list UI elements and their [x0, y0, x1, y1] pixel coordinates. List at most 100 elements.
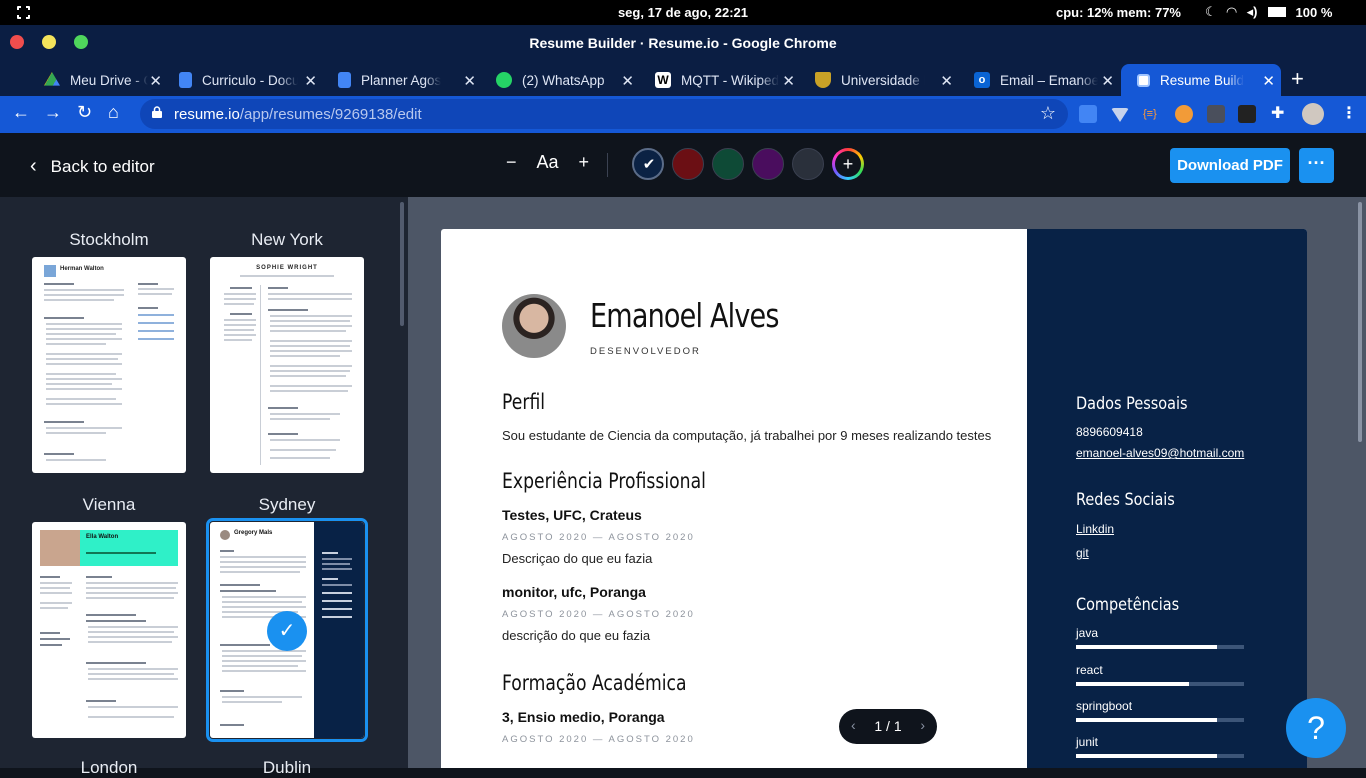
json-extension-icon[interactable]: {≡} — [1143, 105, 1161, 123]
tab-universidade[interactable]: Universidade Federal ✕ — [799, 64, 959, 96]
close-tab-icon[interactable]: ✕ — [940, 72, 953, 90]
preview-scrollbar[interactable] — [1358, 202, 1362, 442]
resume-page: Emanoel Alves DESENVOLVEDOR Perfil Sou e… — [441, 229, 1307, 768]
owl-extension-icon[interactable] — [1175, 105, 1193, 123]
template-name-newyork: New York — [251, 230, 323, 249]
thumb-name: Gregory Mals — [234, 530, 273, 536]
education-dates: AGOSTO 2020 — AGOSTO 2020 — [502, 734, 695, 745]
wifi-icon[interactable]: ◠ — [1227, 4, 1237, 20]
editor-header: ‹ Back to editor − Aa + ✔ + Download PDF… — [0, 133, 1366, 197]
template-thumb-vienna[interactable]: Ella Walton — [32, 522, 186, 738]
window-title: Resume Builder · Resume.io - Google Chro… — [529, 35, 837, 51]
decrease-font-button[interactable]: − — [506, 152, 517, 173]
reload-icon[interactable]: ↻ — [77, 102, 92, 123]
tab-google-drive[interactable]: Meu Drive - Google Drive ✕ — [28, 64, 168, 96]
skill-name: react — [1076, 663, 1103, 677]
back-arrow-icon[interactable]: ← — [12, 102, 30, 123]
tab-curriculo-docs[interactable]: Curriculo - Documentos ✕ — [163, 64, 323, 96]
chevron-left-icon: ‹ — [30, 155, 37, 177]
vue-extension-icon[interactable] — [1111, 108, 1129, 122]
profile-text: Sou estudante de Ciencia da computação, … — [502, 428, 992, 443]
more-options-button[interactable]: ··· — [1299, 148, 1334, 183]
back-to-editor-link[interactable]: ‹ Back to editor — [30, 155, 155, 178]
color-swatch-red[interactable] — [672, 148, 704, 180]
font-size-label: Aa — [536, 152, 559, 172]
volume-icon[interactable]: ◂) — [1247, 4, 1258, 20]
url-path: /app/resumes/9269138/edit — [239, 106, 422, 123]
job-dates: AGOSTO 2020 — AGOSTO 2020 — [502, 609, 695, 620]
battery-label: 100 % — [1295, 4, 1333, 20]
font-size-controls: − Aa + — [506, 152, 589, 173]
resume-photo — [502, 294, 566, 358]
translate-extension-icon[interactable] — [1079, 105, 1097, 123]
whatsapp-icon — [496, 72, 512, 88]
color-swatch-navy[interactable]: ✔ — [632, 148, 664, 180]
tab-strip: Meu Drive - Google Drive ✕ Curriculo - D… — [0, 60, 1366, 96]
os-top-bar: seg, 17 de ago, 22:21 cpu: 12% mem: 77% … — [0, 0, 1366, 25]
template-panel-scrollbar[interactable] — [400, 202, 404, 326]
profile-avatar[interactable] — [1302, 103, 1324, 125]
chrome-menu-icon[interactable]: ⋮ — [1341, 103, 1357, 123]
extensions-puzzle-icon[interactable]: ✚ — [1271, 105, 1289, 123]
night-mode-icon[interactable]: ☾ — [1205, 4, 1217, 20]
google-docs-icon — [179, 72, 192, 88]
experience-heading: Experiência Profissional — [502, 469, 706, 493]
custom-color-button[interactable]: + — [832, 148, 864, 180]
job-title: Testes, UFC, Crateus — [502, 507, 642, 523]
check-icon: ✔ — [642, 156, 656, 173]
template-name-dublin: Dublin — [262, 758, 312, 777]
close-tab-icon[interactable]: ✕ — [782, 72, 795, 90]
skill-level-bar — [1076, 754, 1244, 758]
tab-whatsapp[interactable]: (2) WhatsApp ✕ — [480, 64, 640, 96]
next-page-icon[interactable]: › — [920, 717, 925, 733]
new-tab-button[interactable]: + — [1291, 66, 1304, 92]
close-tab-icon[interactable]: ✕ — [1101, 72, 1114, 90]
selected-template-check-icon: ✓ — [267, 611, 307, 651]
job-description: descrição do que eu fazia — [502, 628, 651, 643]
email-link[interactable]: emanoel-alves09@hotmail.com — [1076, 446, 1244, 460]
screenshot-extension-icon[interactable] — [1207, 105, 1225, 123]
template-name-london: London — [80, 758, 138, 777]
tab-email-outlook[interactable]: o Email – Emanoel ✕ — [958, 64, 1120, 96]
phone-text: 8896609418 — [1076, 425, 1143, 439]
template-name-sydney: Sydney — [258, 495, 316, 514]
skill-level-bar — [1076, 718, 1244, 722]
download-pdf-button[interactable]: Download PDF — [1170, 148, 1290, 183]
color-swatch-green[interactable] — [712, 148, 744, 180]
tab-planner-agosto[interactable]: Planner Agosto ✕ — [322, 64, 482, 96]
close-tab-icon[interactable]: ✕ — [304, 72, 317, 90]
tab-mqtt-wikipedia[interactable]: W MQTT - Wikipedia ✕ — [639, 64, 801, 96]
thumb-name: Ella Walton — [86, 534, 119, 540]
job-dates: AGOSTO 2020 — AGOSTO 2020 — [502, 532, 695, 543]
home-icon[interactable]: ⌂ — [108, 102, 119, 123]
close-tab-icon[interactable]: ✕ — [1262, 72, 1275, 90]
bookmark-star-icon[interactable]: ☆ — [1040, 103, 1056, 124]
url-input[interactable]: resume.io/app/resumes/9269138/edit ☆ — [140, 99, 1068, 129]
close-tab-icon[interactable]: ✕ — [149, 72, 162, 90]
close-tab-icon[interactable]: ✕ — [463, 72, 476, 90]
forward-arrow-icon[interactable]: → — [44, 102, 62, 123]
help-button[interactable]: ? — [1286, 698, 1346, 758]
university-crest-icon — [815, 72, 831, 88]
battery-icon[interactable] — [1267, 7, 1286, 17]
template-thumb-newyork[interactable]: SOPHIE WRIGHT — [210, 257, 364, 473]
template-thumb-stockholm[interactable]: Herman Walton — [32, 257, 186, 473]
template-name-stockholm: Stockholm — [69, 230, 149, 249]
react-devtools-icon[interactable] — [1238, 105, 1256, 123]
page-navigator: ‹ 1 / 1 › — [839, 709, 937, 744]
color-swatch-purple[interactable] — [752, 148, 784, 180]
color-swatch-gray[interactable] — [792, 148, 824, 180]
window-title-bar: Resume Builder · Resume.io - Google Chro… — [0, 25, 1366, 60]
skill-name: springboot — [1076, 699, 1133, 713]
tab-resume-builder[interactable]: Resume Builder ✕ — [1121, 64, 1281, 96]
git-link[interactable]: git — [1076, 546, 1089, 560]
resume-name: Emanoel Alves — [590, 296, 779, 335]
lock-icon[interactable] — [152, 106, 162, 118]
education-heading: Formação Académica — [502, 671, 687, 695]
close-tab-icon[interactable]: ✕ — [621, 72, 634, 90]
plus-icon: + — [835, 151, 861, 177]
skill-level-bar — [1076, 682, 1244, 686]
increase-font-button[interactable]: + — [579, 152, 590, 173]
personal-heading: Dados Pessoais — [1076, 394, 1188, 414]
linkedin-link[interactable]: Linkdin — [1076, 522, 1114, 536]
